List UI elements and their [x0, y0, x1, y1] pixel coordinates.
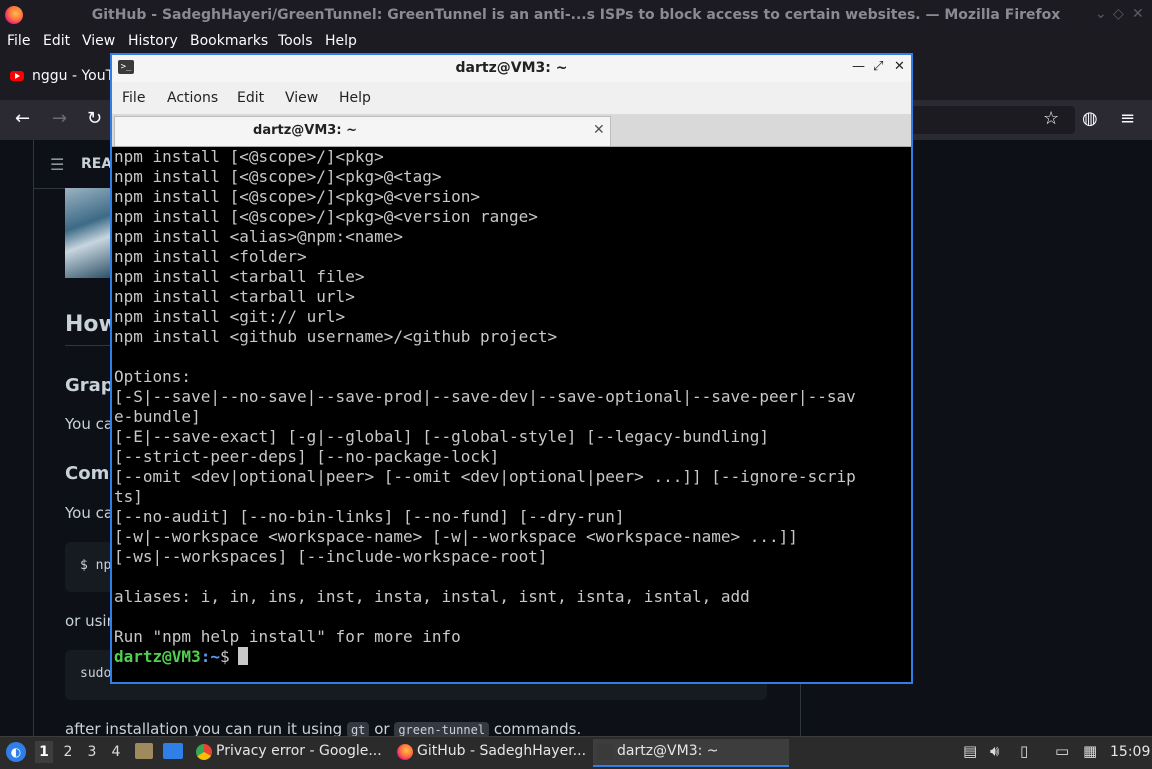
terminal-menubar: File Actions Edit View Help [112, 82, 911, 114]
text-or-using: or usin [65, 612, 117, 630]
keyboard-tray-icon[interactable]: ▤ [963, 742, 977, 760]
terminal-close-icon[interactable]: ✕ [894, 59, 905, 74]
chrome-icon [196, 744, 212, 760]
tab-close-icon[interactable]: ✕ [593, 122, 605, 138]
terminal-prompt-line: dartz@VM3:~$ [114, 647, 909, 666]
code-block-1-text: $ np [80, 558, 112, 573]
readme-label: REA [81, 156, 113, 172]
firefox-window-title: GitHub - SadeghHayeri/GreenTunnel: Green… [91, 7, 1061, 23]
workspace-4[interactable]: 4 [107, 744, 125, 760]
term-menu-help[interactable]: Help [339, 90, 371, 106]
forward-icon[interactable]: → [52, 108, 67, 129]
list-icon[interactable]: ☰ [50, 155, 64, 174]
firefox-close-icon[interactable]: ✕ [1132, 6, 1144, 22]
terminal-tabbar: dartz@VM3: ~ ✕ [112, 114, 911, 147]
firefox-maximize-icon[interactable]: ◇ [1113, 6, 1124, 22]
ff-menu-edit[interactable]: Edit [43, 33, 70, 49]
task-firefox-label: GitHub - SadeghHayer... [417, 743, 587, 759]
terminal-output-area[interactable]: npm install [<@scope>/]<pkg> npm install… [114, 147, 909, 682]
terminal-window-title: dartz@VM3: ~ [455, 60, 568, 76]
ff-menu-view[interactable]: View [82, 33, 115, 49]
clipboard-icon[interactable]: ▯ [1020, 742, 1028, 760]
terminal-tab[interactable]: dartz@VM3: ~ ✕ [114, 116, 611, 146]
task-chrome[interactable]: Privacy error - Google... [192, 739, 388, 765]
workspace-3[interactable]: 3 [83, 744, 101, 760]
terminal-maximize-icon[interactable]: ⤢ [873, 59, 883, 74]
readme-image [65, 188, 113, 278]
firefox-minimize-icon[interactable]: ⌄ [1095, 6, 1107, 22]
term-menu-actions[interactable]: Actions [167, 90, 218, 106]
youtube-icon [10, 71, 24, 81]
clock: 15:09 [1110, 744, 1151, 760]
heading-graph: Grap [65, 375, 114, 396]
terminal-window: >_ dartz@VM3: ~ — ⤢ ✕ File Actions Edit … [110, 53, 913, 684]
show-desktop-icon[interactable] [163, 743, 183, 759]
network-icon[interactable]: ▭ [1055, 742, 1069, 760]
term-menu-file[interactable]: File [122, 90, 145, 106]
workspace-2[interactable]: 2 [59, 744, 77, 760]
globe-icon[interactable]: ◍ [1082, 108, 1098, 129]
firefox-task-icon [397, 744, 413, 760]
task-terminal[interactable]: dartz@VM3: ~ [593, 739, 789, 767]
code-block-2-text: sudo [80, 666, 112, 681]
bookmark-star-icon[interactable]: ☆ [1043, 108, 1059, 129]
ff-menu-help[interactable]: Help [325, 33, 357, 49]
terminal-tab-label: dartz@VM3: ~ [253, 123, 357, 138]
task-chrome-label: Privacy error - Google... [216, 743, 382, 759]
back-icon[interactable]: ← [15, 108, 30, 129]
start-menu-icon[interactable]: ◐ [6, 742, 26, 762]
heading-com: Com [65, 463, 110, 484]
terminal-minimize-icon[interactable]: — [852, 59, 865, 74]
term-menu-edit[interactable]: Edit [237, 90, 264, 106]
terminal-titlebar[interactable]: >_ dartz@VM3: ~ — ⤢ ✕ [112, 55, 911, 82]
tab-youtube[interactable]: nggu - YouTu [32, 68, 121, 84]
text-you-1: You ca [65, 415, 114, 433]
ff-menu-tools[interactable]: Tools [278, 33, 313, 49]
terminal-task-icon [597, 744, 613, 760]
workspace-1[interactable]: 1 [35, 741, 53, 763]
terminal-cursor [237, 647, 248, 665]
prompt-symbol: $ [219, 647, 230, 666]
task-firefox[interactable]: GitHub - SadeghHayer... [393, 739, 589, 765]
task-terminal-label: dartz@VM3: ~ [617, 743, 719, 759]
prompt-user-host: dartz@VM3 [114, 647, 201, 666]
ff-menu-history[interactable]: History [128, 33, 178, 49]
hamburger-menu-icon[interactable]: ≡ [1120, 108, 1135, 129]
terminal-output: npm install [<@scope>/]<pkg> npm install… [114, 147, 856, 646]
ff-menu-bookmarks[interactable]: Bookmarks [190, 33, 268, 49]
volume-icon[interactable]: 🔊︎ [990, 742, 999, 760]
text-you-2: You ca [65, 504, 114, 522]
ff-menu-file[interactable]: File [7, 33, 30, 49]
reload-icon[interactable]: ↻ [87, 108, 102, 129]
term-menu-view[interactable]: View [285, 90, 318, 106]
tray-menu-icon[interactable]: ▦ [1083, 742, 1097, 760]
prompt-path: :~ [200, 647, 220, 666]
file-manager-icon[interactable] [135, 743, 153, 759]
